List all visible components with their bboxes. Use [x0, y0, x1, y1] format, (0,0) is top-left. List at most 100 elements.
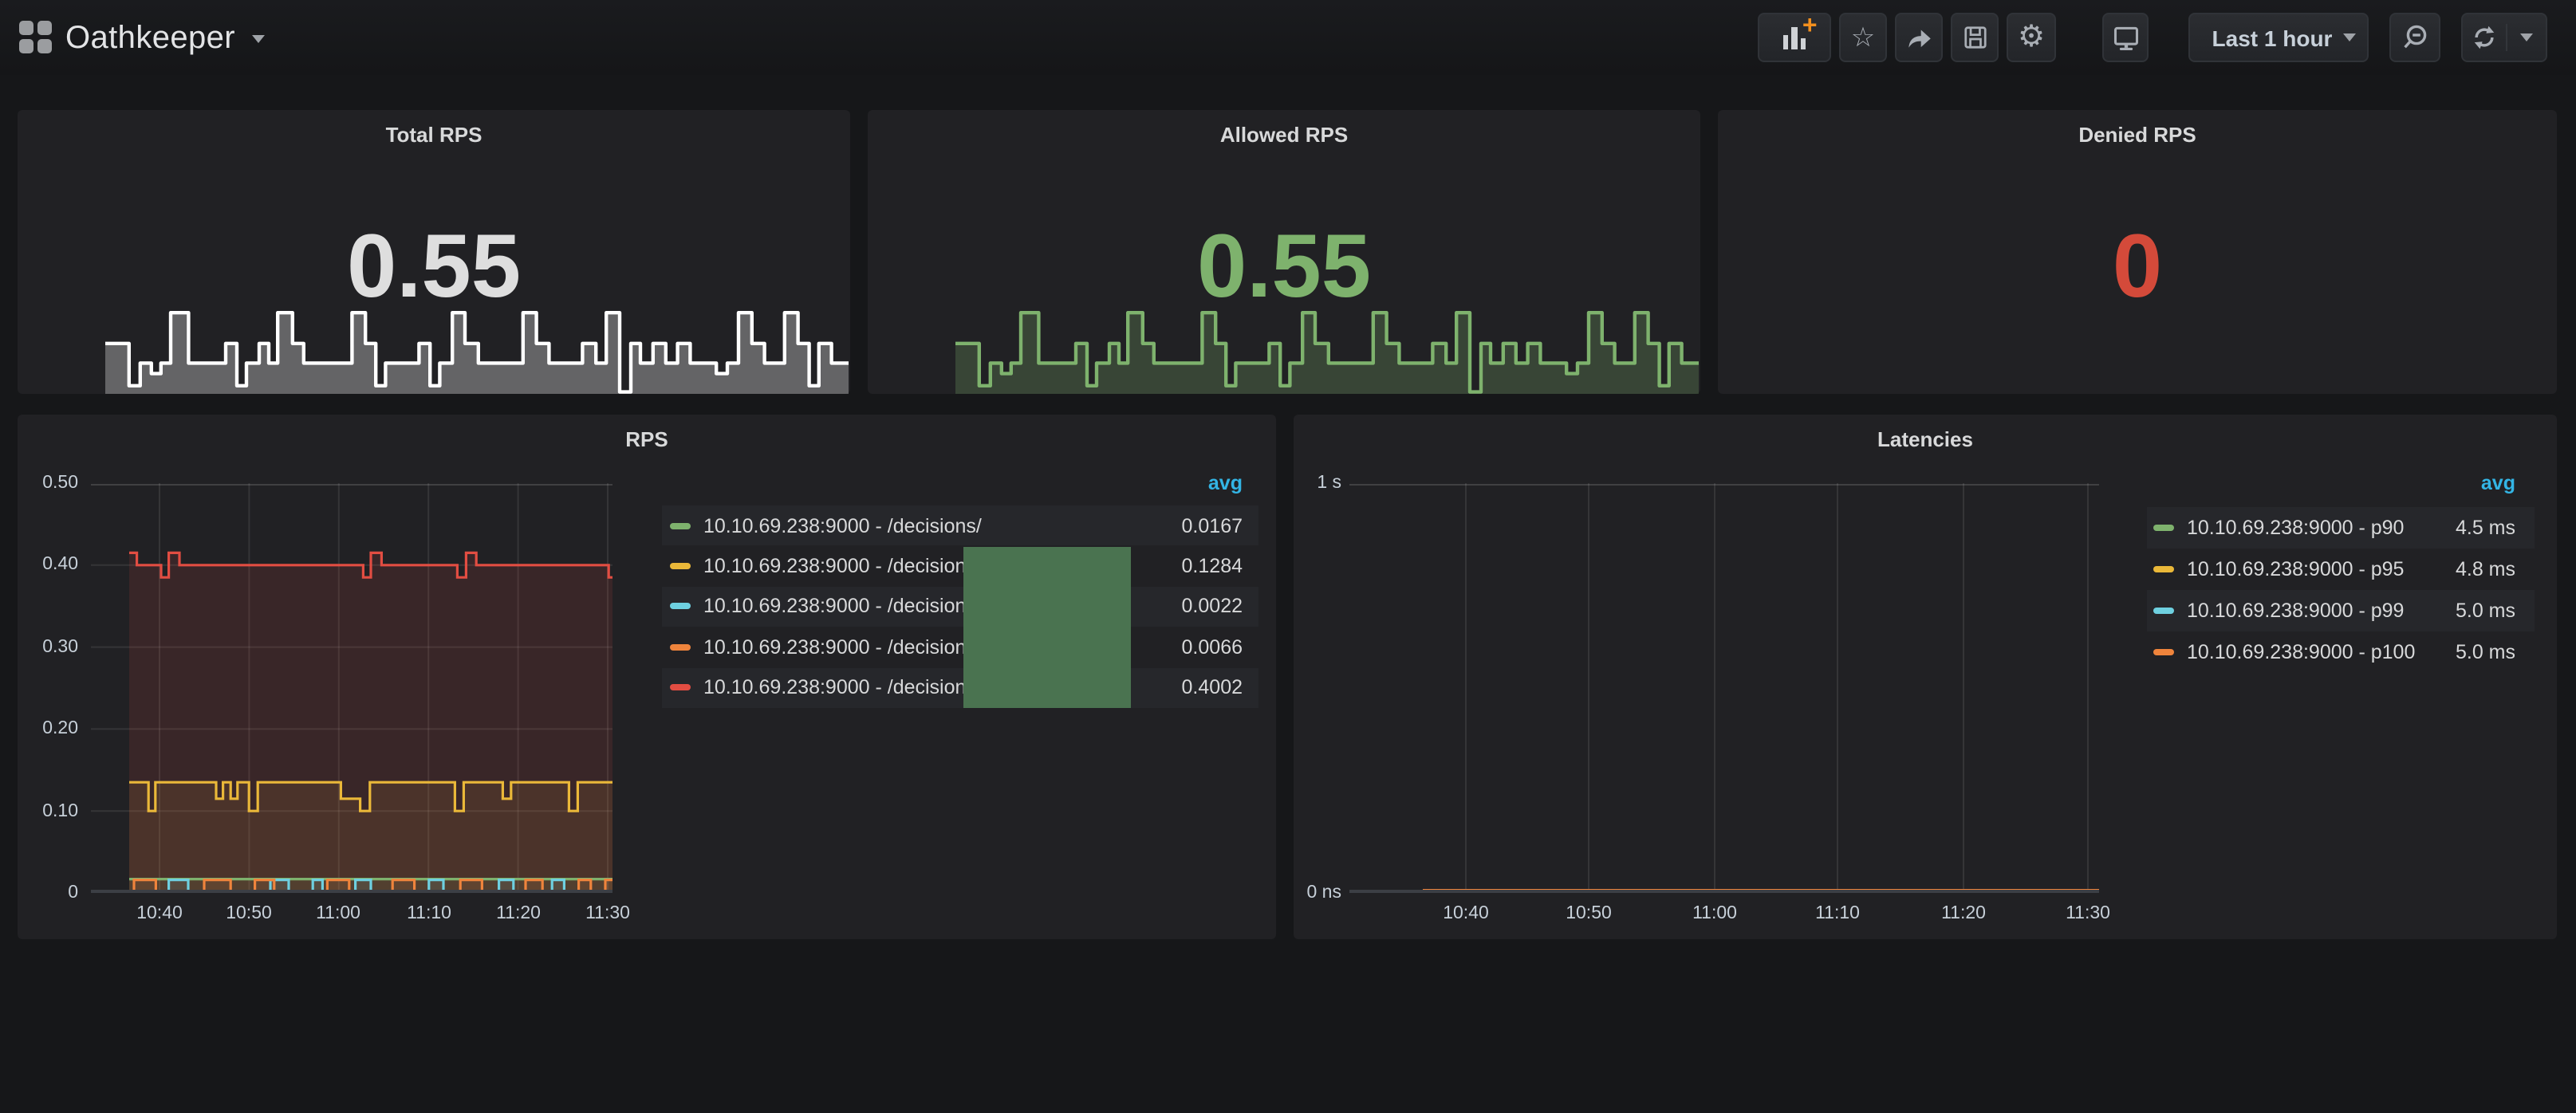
legend-row[interactable]: 10.10.69.238:9000 - /decisions/ 0.4002 — [662, 667, 1258, 708]
legend-avg-header[interactable]: avg — [1208, 472, 1243, 494]
chevron-down-icon — [2343, 33, 2356, 41]
y-tick: 0.20 — [24, 718, 78, 740]
x-tick: 11:30 — [2056, 903, 2120, 925]
sparkline — [102, 305, 849, 394]
save-icon — [1961, 24, 1988, 51]
x-tick: 11:30 — [576, 903, 640, 925]
legend-row[interactable]: 10.10.69.238:9000 - /decisions/ 0.1284 — [662, 546, 1258, 587]
panel-total-rps: Total RPS 0.55 — [18, 110, 850, 394]
y-tick: 0 — [24, 882, 78, 904]
stat-value: 0.55 — [868, 215, 1700, 317]
chevron-down-icon — [251, 34, 264, 42]
x-tick: 11:20 — [1932, 903, 1995, 925]
series-color-swatch[interactable] — [670, 522, 691, 529]
y-tick: 0.30 — [24, 636, 78, 659]
refresh-interval-dropdown[interactable] — [2507, 33, 2546, 41]
rps-legend: avg 10.10.69.238:9000 - /decisions/ 0.01… — [662, 415, 1258, 925]
latencies-plot-area[interactable] — [1349, 483, 2099, 893]
legend-rows: 10.10.69.238:9000 - /decisions/ 0.0167 1… — [662, 505, 1258, 708]
series-avg-value: 0.4002 — [1182, 677, 1258, 699]
panel-title[interactable]: Allowed RPS — [868, 123, 1700, 147]
zoom-out-button[interactable] — [2389, 13, 2440, 62]
favorite-button[interactable]: ☆ — [1839, 13, 1887, 62]
series-avg-value: 5.0 ms — [2456, 600, 2535, 622]
refresh-split-button — [2461, 13, 2547, 62]
panel-allowed-rps: Allowed RPS 0.55 — [868, 110, 1700, 394]
legend-avg-header[interactable]: avg — [2481, 472, 2515, 494]
zoom-out-icon — [2401, 23, 2429, 52]
x-tick: 10:50 — [217, 903, 281, 925]
x-tick: 11:10 — [397, 903, 461, 925]
series-color-swatch[interactable] — [2153, 566, 2174, 572]
y-tick: 0.40 — [24, 553, 78, 576]
panel-title[interactable]: Denied RPS — [1718, 123, 2557, 147]
add-panel-button[interactable]: + — [1758, 13, 1831, 62]
time-range-picker[interactable]: Last 1 hour — [2188, 13, 2369, 62]
x-tick: 10:40 — [128, 903, 191, 925]
legend-row[interactable]: 10.10.69.238:9000 - /decisions/ 0.0022 — [662, 587, 1258, 627]
grafana-dashboard: Oathkeeper + ☆ ⚙ — [0, 0, 2576, 1113]
dashboard-picker-icon[interactable] — [16, 18, 56, 57]
legend-row[interactable]: 10.10.69.238:9000 - p95 4.8 ms — [2147, 549, 2535, 590]
series-label: 10.10.69.238:9000 - p100 — [2187, 641, 2456, 663]
series-color-swatch[interactable] — [670, 563, 691, 569]
series-color-swatch[interactable] — [2153, 525, 2174, 531]
series-color-swatch[interactable] — [2153, 608, 2174, 614]
x-tick: 11:00 — [306, 903, 370, 925]
y-tick: 1 s — [1297, 472, 1341, 494]
series-color-swatch[interactable] — [670, 644, 691, 651]
refresh-icon — [2471, 24, 2498, 51]
star-icon: ☆ — [1851, 24, 1876, 51]
save-button[interactable] — [1951, 13, 1999, 62]
legend-row[interactable]: 10.10.69.238:9000 - p100 5.0 ms — [2147, 631, 2535, 673]
dashboard-title: Oathkeeper — [65, 20, 235, 57]
legend-row[interactable]: 10.10.69.238:9000 - p90 4.5 ms — [2147, 507, 2535, 549]
series-label: 10.10.69.238:9000 - /decisions/ — [703, 514, 1182, 537]
panel-rps-chart: RPS 0.50 0.40 0.30 0.20 0.10 0 — [18, 415, 1276, 939]
grid-logo-icon — [16, 18, 56, 57]
share-button[interactable] — [1895, 13, 1943, 62]
legend-overlay-artifact — [963, 547, 1131, 708]
y-tick: 0 ns — [1297, 882, 1341, 904]
x-tick: 10:40 — [1434, 903, 1498, 925]
legend-rows: 10.10.69.238:9000 - p90 4.5 ms 10.10.69.… — [2147, 507, 2535, 673]
panel-title[interactable]: Total RPS — [18, 123, 850, 147]
series-color-swatch[interactable] — [670, 685, 691, 691]
panel-latencies-chart: Latencies 1 s 0 ns 10:40 10:50 11:00 11:… — [1294, 415, 2557, 939]
series-avg-value: 4.5 ms — [2456, 517, 2535, 539]
series-avg-value: 0.0066 — [1182, 636, 1258, 659]
y-tick: 0.10 — [24, 800, 78, 823]
refresh-button[interactable] — [2463, 24, 2507, 51]
dashboard-title-dropdown[interactable]: Oathkeeper — [65, 14, 264, 62]
series-color-swatch[interactable] — [670, 604, 691, 610]
share-icon — [1904, 23, 1933, 52]
series-label: 10.10.69.238:9000 - p99 — [2187, 600, 2456, 622]
series-color-swatch[interactable] — [2153, 649, 2174, 655]
settings-button[interactable]: ⚙ — [2007, 13, 2056, 62]
latencies-legend: avg 10.10.69.238:9000 - p90 4.5 ms 10.10… — [2147, 415, 2535, 925]
add-panel-icon: + — [1783, 26, 1806, 49]
series-avg-value: 5.0 ms — [2456, 641, 2535, 663]
monitor-icon — [2111, 23, 2140, 52]
cycle-view-button[interactable] — [2102, 13, 2149, 62]
x-tick: 11:00 — [1683, 903, 1747, 925]
rps-plot-area[interactable] — [91, 483, 612, 893]
chevron-down-icon — [2520, 33, 2533, 41]
x-tick: 11:10 — [1806, 903, 1869, 925]
x-tick: 11:20 — [486, 903, 550, 925]
sparkline — [952, 305, 1699, 394]
stat-value: 0 — [1718, 215, 2557, 317]
time-range-label: Last 1 hour — [2212, 25, 2333, 50]
x-tick: 10:50 — [1557, 903, 1621, 925]
series-label: 10.10.69.238:9000 - p90 — [2187, 517, 2456, 539]
series-avg-value: 0.1284 — [1182, 555, 1258, 577]
legend-row[interactable]: 10.10.69.238:9000 - /decisions/ 0.0167 — [662, 505, 1258, 546]
legend-row[interactable]: 10.10.69.238:9000 - p99 5.0 ms — [2147, 590, 2535, 631]
series-avg-value: 0.0167 — [1182, 514, 1258, 537]
gear-icon: ⚙ — [2018, 22, 2045, 53]
legend-row[interactable]: 10.10.69.238:9000 - /decisions/ 0.0066 — [662, 627, 1258, 667]
stat-value: 0.55 — [18, 215, 850, 317]
panel-denied-rps: Denied RPS 0 — [1718, 110, 2557, 394]
series-avg-value: 4.8 ms — [2456, 558, 2535, 580]
series-label: 10.10.69.238:9000 - p95 — [2187, 558, 2456, 580]
